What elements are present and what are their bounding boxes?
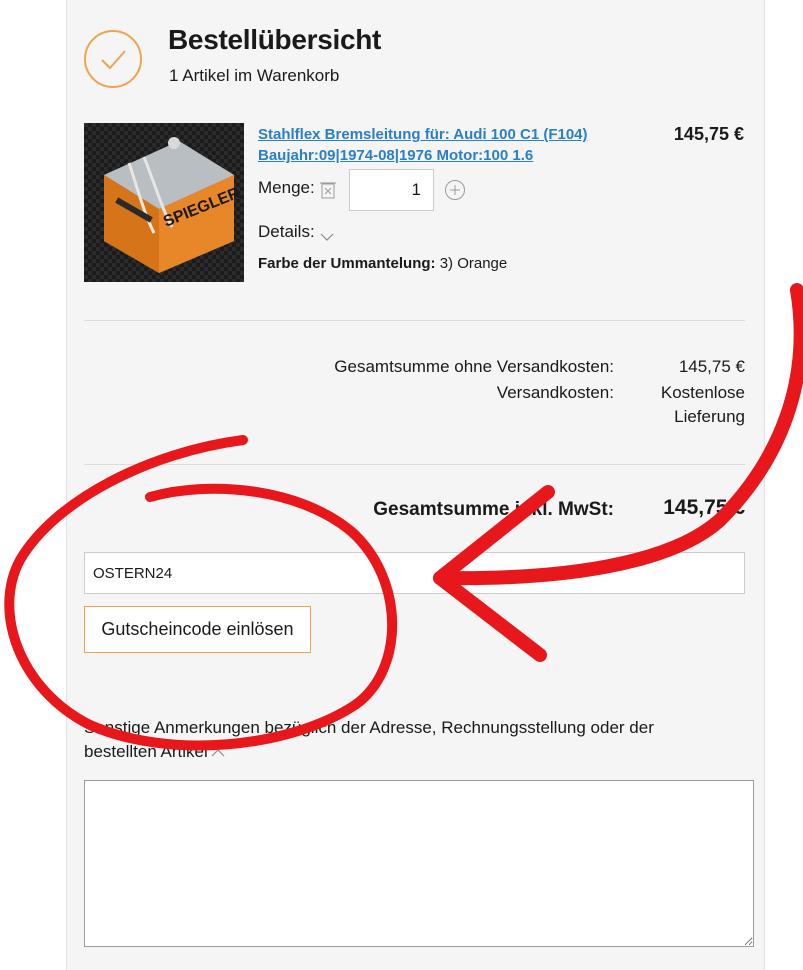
- divider: [84, 320, 745, 321]
- shipping-value: Kostenlose Lieferung: [640, 381, 745, 429]
- shipping-label: Versandkosten:: [496, 383, 614, 402]
- plus-icon[interactable]: [444, 179, 466, 206]
- notes-textarea[interactable]: [84, 780, 754, 947]
- chevron-down-icon[interactable]: [320, 229, 334, 247]
- notes-label[interactable]: Sonstige Anmerkungen bezüglich der Adres…: [84, 716, 724, 765]
- page-title: Bestellübersicht: [168, 24, 382, 55]
- product-price: 145,75 €: [673, 124, 744, 144]
- product-attribute: Farbe der Ummantelung: 3) Orange: [258, 255, 507, 272]
- product-name-line2[interactable]: Baujahr:09|1974-08|1976 Motor:100 1.6: [258, 147, 533, 164]
- subtotal-value: 145,75 €: [678, 357, 745, 376]
- redeem-coupon-button[interactable]: Gutscheincode einlösen: [84, 606, 311, 653]
- total-value: 145,75 €: [663, 496, 745, 519]
- attribute-value: 3) Orange: [439, 255, 508, 272]
- coupon-input[interactable]: [84, 552, 745, 594]
- check-icon: [101, 50, 126, 70]
- product-name-link[interactable]: Stahlflex Bremsleitung für: Audi 100 C1 …: [258, 124, 598, 166]
- product-name-line1[interactable]: Stahlflex Bremsleitung für: Audi 100 C1 …: [258, 126, 588, 143]
- product-image[interactable]: SPIEGLER: [84, 123, 244, 282]
- subtotal-label: Gesamtsumme ohne Versandkosten:: [334, 357, 614, 376]
- divider: [84, 464, 745, 465]
- notes-label-text[interactable]: Sonstige Anmerkungen bezüglich der Adres…: [84, 718, 654, 761]
- quantity-input[interactable]: [349, 169, 434, 211]
- trash-icon[interactable]: [319, 180, 337, 205]
- chevron-up-icon[interactable]: [211, 741, 225, 765]
- attribute-label: Farbe der Ummantelung:: [258, 255, 436, 272]
- total-label: Gesamtsumme inkl. MwSt:: [373, 499, 614, 520]
- shipping-value-line2: Lieferung: [674, 407, 745, 426]
- cart-count: 1 Artikel im Warenkorb: [169, 66, 340, 85]
- shipping-value-line1: Kostenlose: [660, 383, 745, 402]
- quantity-label: Menge:: [258, 178, 315, 197]
- check-circle-icon: [84, 30, 142, 88]
- details-toggle-label[interactable]: Details:: [258, 222, 315, 242]
